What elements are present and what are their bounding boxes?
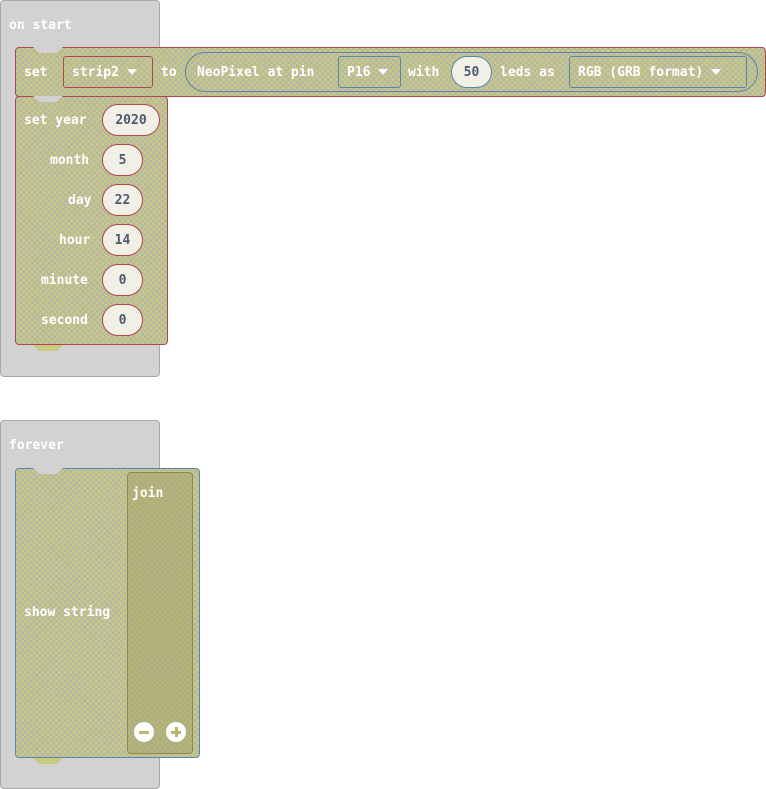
forever-label: forever	[9, 438, 64, 453]
time-row-label: hour	[59, 233, 91, 248]
neopixel-label: NeoPixel at pin	[197, 65, 315, 80]
year-input[interactable]: 2020	[102, 104, 160, 136]
time-row-label: second	[41, 313, 88, 328]
day-input[interactable]: 22	[102, 184, 143, 216]
format-dropdown[interactable]: RGB (GRB format)	[569, 56, 747, 88]
month-input[interactable]: 5	[102, 144, 143, 176]
plus-icon[interactable]	[166, 722, 186, 742]
pin-dropdown-value: P16	[347, 64, 371, 80]
time-row-label: minute	[41, 273, 88, 288]
on-start-label: on start	[9, 18, 72, 33]
time-row-label: set year	[24, 113, 87, 128]
hour-input[interactable]: 14	[102, 224, 143, 256]
join-block[interactable]	[127, 472, 193, 754]
format-dropdown-value: RGB (GRB format)	[578, 64, 704, 80]
join-label: join	[132, 486, 164, 501]
to-label: to	[161, 65, 177, 80]
chevron-down-icon	[378, 69, 389, 75]
pin-dropdown[interactable]: P16	[338, 56, 401, 88]
with-label: with	[408, 65, 440, 80]
leds-as-label: leds as	[500, 65, 555, 80]
show-string-label: show string	[24, 605, 111, 620]
second-input[interactable]: 0	[102, 304, 143, 336]
leds-count-input[interactable]: 50	[451, 56, 492, 88]
minute-input[interactable]: 0	[102, 264, 143, 296]
minus-icon[interactable]	[134, 722, 154, 742]
chevron-down-icon	[711, 69, 722, 75]
time-row-label: month	[50, 153, 90, 168]
variable-dropdown[interactable]: strip2	[63, 56, 153, 88]
set-label: set	[24, 65, 48, 80]
variable-dropdown-value: strip2	[72, 64, 119, 80]
chevron-down-icon	[126, 69, 137, 75]
time-row-label: day	[68, 193, 92, 208]
